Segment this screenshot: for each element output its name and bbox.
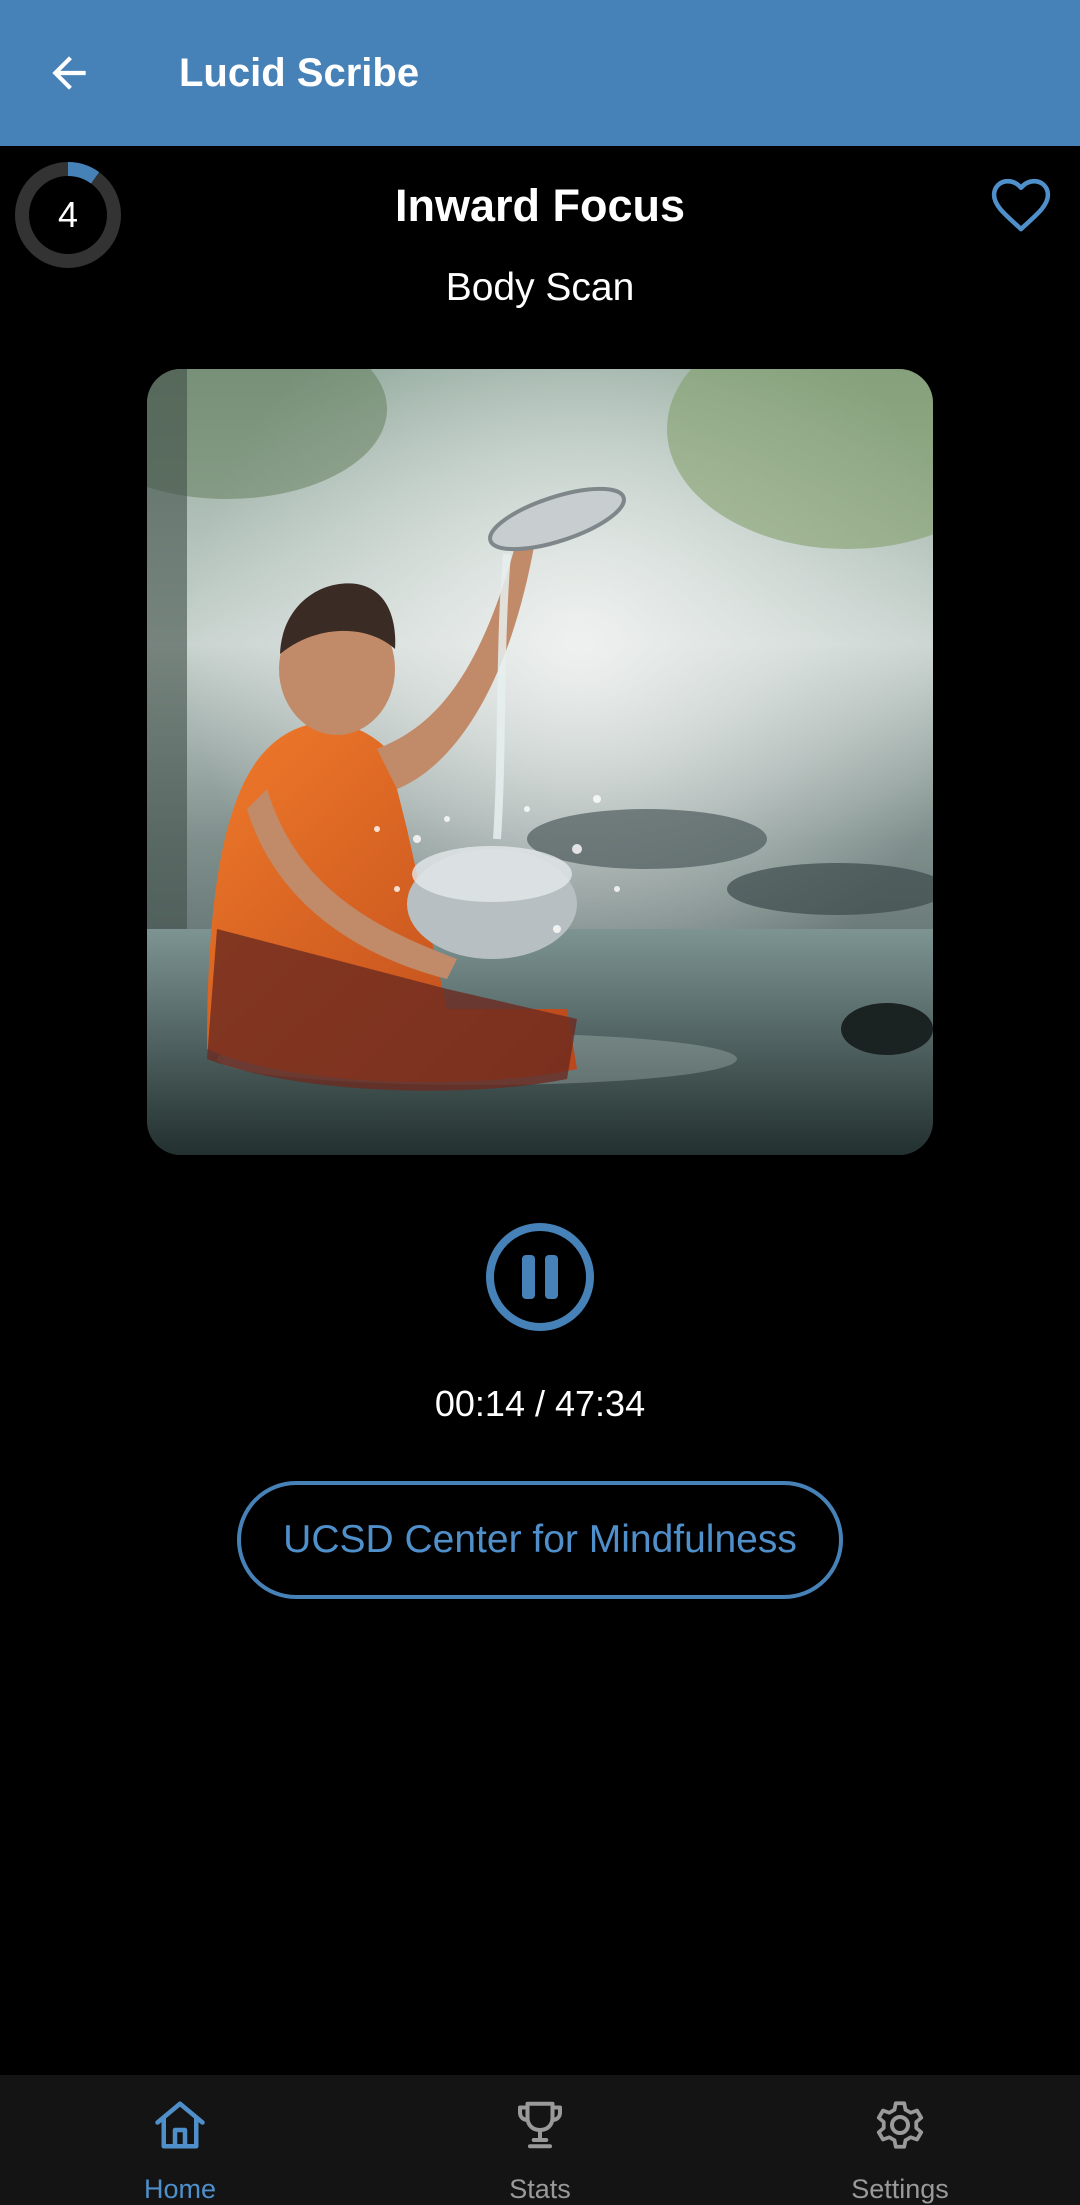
meditation-artwork-image <box>147 369 933 1155</box>
bottom-navigation: Home Stats Settings <box>0 2075 1080 2205</box>
nav-label-stats: Stats <box>509 2174 571 2204</box>
time-separator: / <box>534 1383 545 1424</box>
elapsed-time: 00:14 <box>434 1383 525 1424</box>
track-title: Inward Focus <box>394 180 686 231</box>
app-bar: Lucid Scribe <box>0 0 1080 146</box>
gear-icon <box>876 2101 924 2149</box>
app-screen: Lucid Scribe 4 Inward Focus Body Scan 00… <box>0 0 1080 2205</box>
track-subtitle: Body Scan <box>445 266 635 309</box>
nav-item-home[interactable]: Home <box>70 2075 290 2205</box>
source-link-button[interactable]: UCSD Center for Mindfulness <box>237 1481 843 1599</box>
trophy-icon <box>518 2101 562 2149</box>
nav-item-settings[interactable]: Settings <box>790 2075 1010 2205</box>
back-button[interactable] <box>32 36 106 110</box>
nav-label-home: Home <box>143 2174 217 2204</box>
nav-label-settings: Settings <box>851 2174 949 2204</box>
nav-item-stats[interactable]: Stats <box>430 2075 650 2205</box>
time-readout: 00:14/47:34 <box>0 1380 1080 1428</box>
pause-icon <box>486 1223 594 1331</box>
total-duration: 47:34 <box>555 1383 646 1424</box>
app-title: Lucid Scribe <box>179 51 420 95</box>
arrow-left-icon <box>52 56 86 90</box>
home-icon <box>155 2101 205 2149</box>
pause-button[interactable] <box>484 1221 596 1333</box>
